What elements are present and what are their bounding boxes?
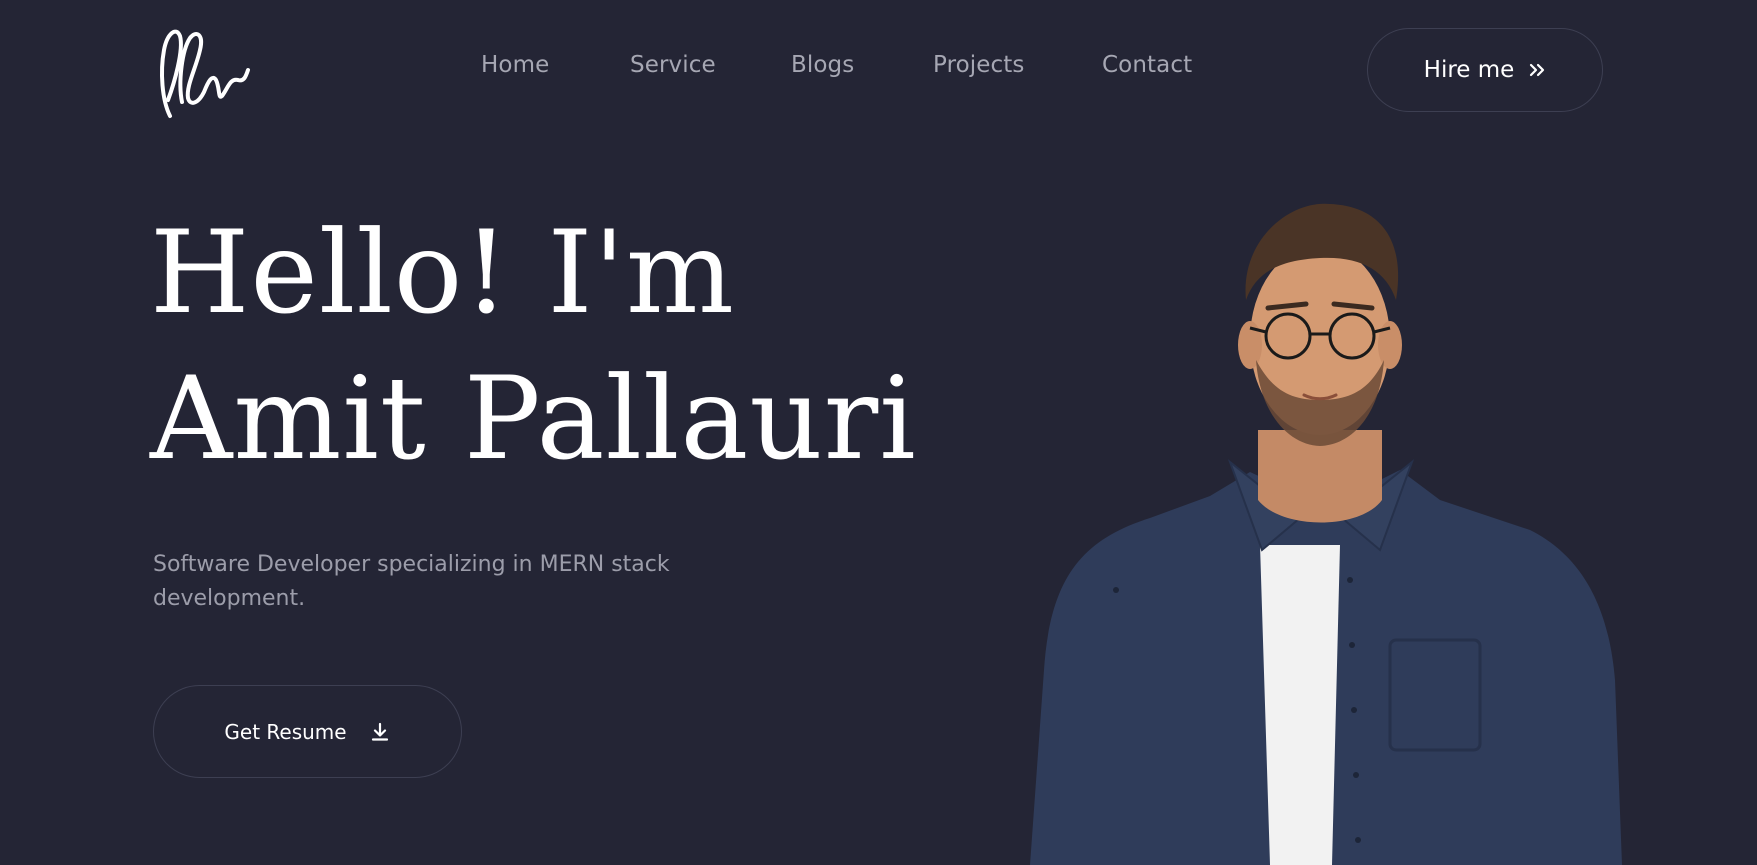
profile-portrait [1030, 203, 1622, 865]
hire-me-button[interactable]: Hire me [1367, 28, 1603, 112]
double-chevron-right-icon [1530, 63, 1545, 77]
nav-home[interactable]: Home [481, 52, 549, 78]
hero-subtitle: Software Developer specializing in MERN … [153, 552, 670, 611]
portfolio-page: Home Service Blogs Projects Contact Hire… [0, 0, 1757, 865]
get-resume-button[interactable]: Get Resume [153, 685, 462, 778]
nav-projects[interactable]: Projects [933, 52, 1024, 78]
download-icon [371, 722, 388, 741]
tshirt-shape [1260, 545, 1340, 865]
hero-title-line-2: Amit Pallauri [150, 352, 917, 485]
nav-contact[interactable]: Contact [1102, 52, 1192, 78]
nav-blogs[interactable]: Blogs [791, 52, 854, 78]
hero-title-line-1: Hello! I'm [150, 206, 735, 339]
hire-me-label: Hire me [1423, 57, 1515, 83]
get-resume-label: Get Resume [224, 719, 347, 744]
nav-service[interactable]: Service [630, 52, 716, 78]
hero-title: Hello! I'm Amit Pallauri [150, 200, 917, 492]
